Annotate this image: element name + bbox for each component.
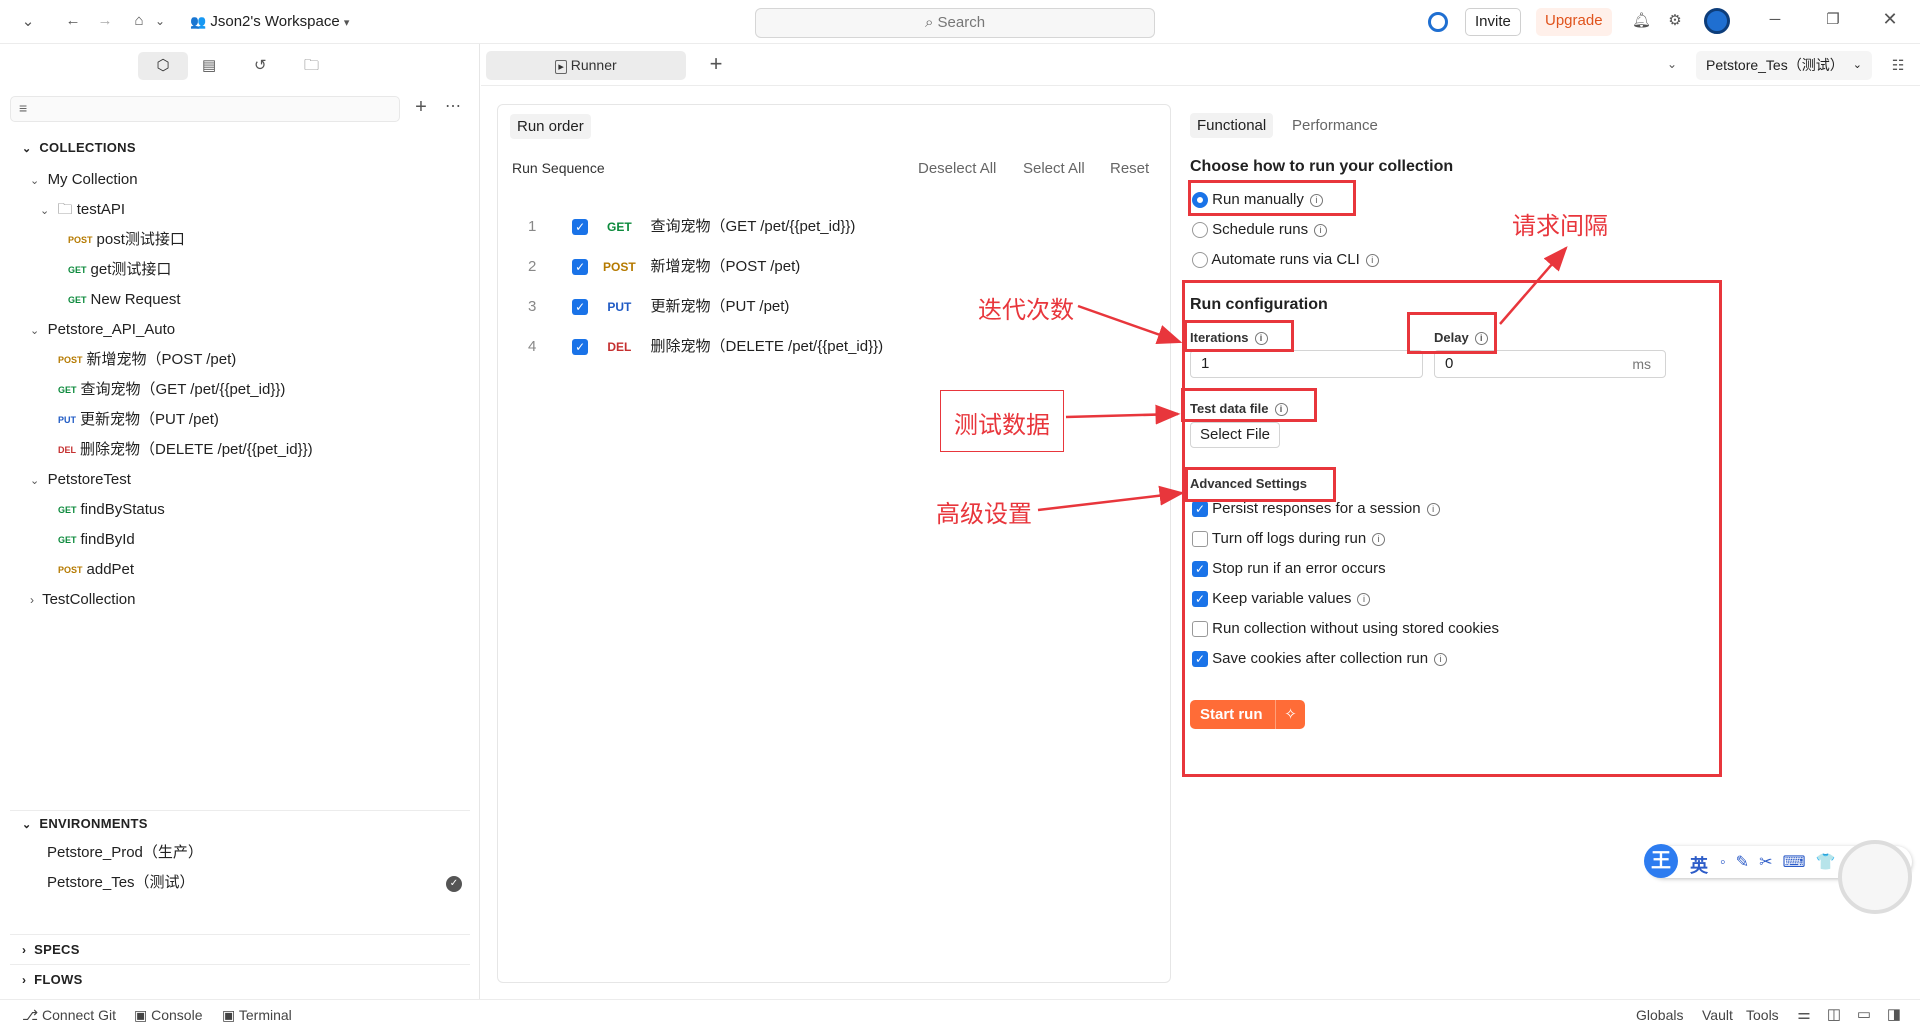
git-icon: ⎇ xyxy=(22,1007,39,1023)
arrow-iterations xyxy=(1077,304,1183,344)
ime-language[interactable]: 英 xyxy=(1690,852,1708,878)
tools-button[interactable]: Tools xyxy=(1746,1007,1779,1023)
arrow-advanced xyxy=(1037,485,1185,512)
console-icon: ▣ xyxy=(134,1007,148,1023)
vault-button[interactable]: Vault xyxy=(1702,1007,1733,1023)
ime-circle-widget[interactable] xyxy=(1838,840,1912,914)
ime-logo[interactable]: 王 xyxy=(1644,844,1678,878)
terminal-button[interactable]: ▣ Terminal xyxy=(222,1007,292,1024)
console-button[interactable]: ▣ Console xyxy=(134,1007,203,1024)
bottom-pane-icon[interactable]: ▭ xyxy=(1856,1005,1872,1025)
status-bar: ⎇ Connect Git ▣ Console ▣ Terminal Globa… xyxy=(0,999,1920,1030)
annotation-arrows xyxy=(1037,246,1568,512)
two-pane-icon[interactable]: ◫ xyxy=(1826,1005,1842,1025)
arrow-test-data xyxy=(1065,404,1181,425)
terminal-icon: ▣ xyxy=(222,1007,236,1023)
arrow-delay xyxy=(1499,246,1568,325)
connect-git-button[interactable]: ⎇ Connect Git xyxy=(22,1007,116,1024)
globals-button[interactable]: Globals xyxy=(1636,1007,1683,1023)
settings-sliders-icon[interactable]: ⚌ xyxy=(1796,1005,1812,1025)
right-pane-icon[interactable]: ◨ xyxy=(1886,1005,1902,1025)
